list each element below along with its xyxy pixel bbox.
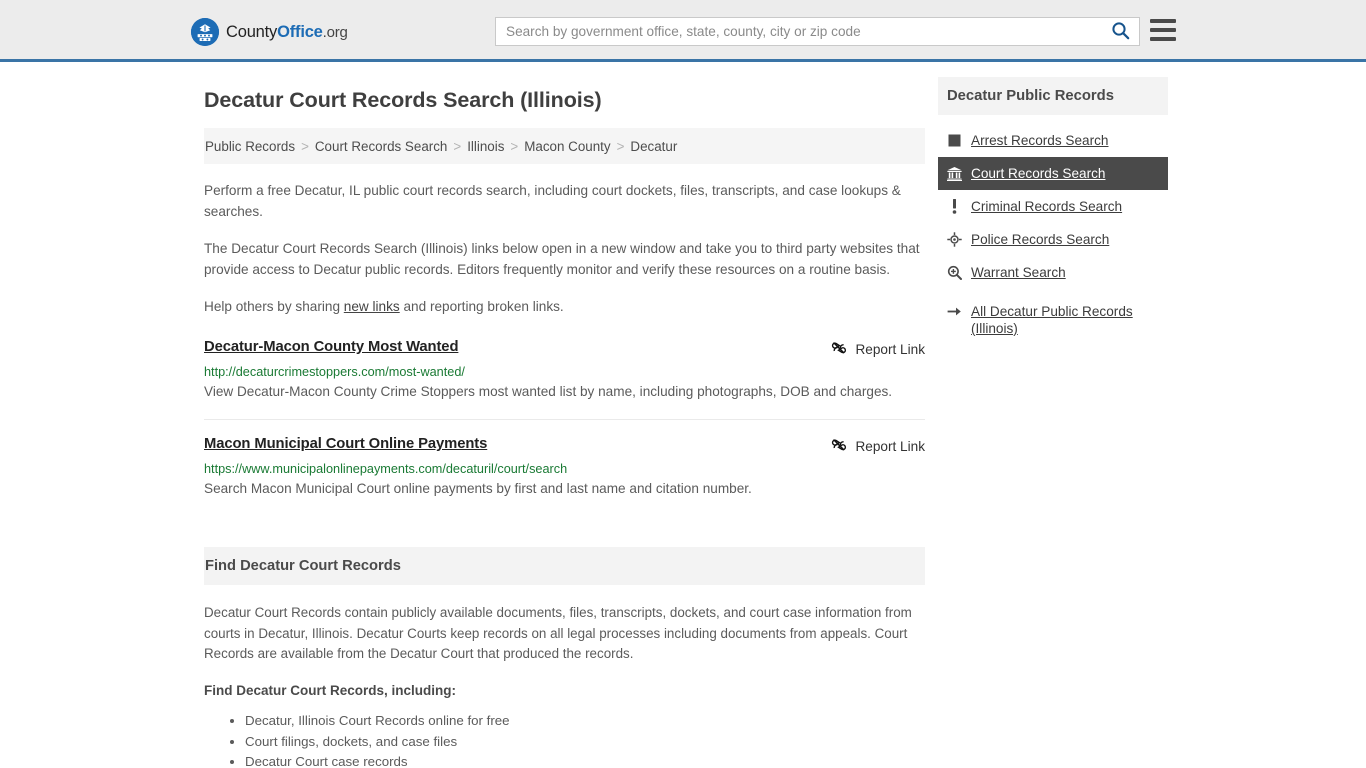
find-records-list-item: Decatur Court case records [245, 752, 925, 768]
find-records-list-item: Court filings, dockets, and case files [245, 732, 925, 753]
menu-bar-1 [1150, 19, 1176, 23]
sidebar-item-warrant-search[interactable]: Warrant Search [938, 256, 1168, 289]
intro-paragraph-2: The Decatur Court Records Search (Illino… [204, 241, 920, 277]
sidebar-item-label: Court Records Search [971, 166, 1106, 181]
report-link-button[interactable]: Report Link [831, 339, 925, 359]
site-header: CountyOffice.org [0, 0, 1366, 62]
breadcrumb-item-5[interactable]: Decatur [630, 139, 677, 154]
sidebar-item-all-decatur-public-records-illinois[interactable]: All Decatur Public Records (Illinois) [938, 295, 1168, 345]
breadcrumb-separator: > [301, 138, 309, 154]
search-button[interactable] [1101, 18, 1139, 45]
breadcrumb: Public Records > Court Records Search > Illi… [204, 128, 925, 164]
broken-link-icon [831, 437, 847, 456]
result-url[interactable]: http://decaturcrimestoppers.com/most-wan… [204, 365, 925, 379]
breadcrumb-item-4[interactable]: Macon County [524, 139, 610, 154]
result-url[interactable]: https://www.municipalonlinepayments.com/… [204, 462, 925, 476]
eagle-seal-icon [191, 18, 219, 46]
result-title-link[interactable]: Macon Municipal Court Online Payments [204, 436, 487, 452]
brand-logo-link[interactable]: CountyOffice.org [191, 18, 348, 46]
find-records-subheading: Find Decatur Court Records, including: [204, 682, 457, 698]
find-records-list: Decatur, Illinois Court Records online f… [204, 711, 925, 768]
find-records-body: Decatur Court Records contain publicly a… [204, 605, 912, 661]
sidebar-item-label: Warrant Search [971, 265, 1066, 280]
result-item: Decatur-Macon County Most Wanted Report L… [204, 339, 925, 416]
search-input[interactable] [496, 18, 1101, 45]
sidebar-item-label: Criminal Records Search [971, 199, 1123, 214]
result-description: View Decatur-Macon County Crime Stoppers… [204, 384, 893, 399]
menu-bar-3 [1150, 37, 1176, 41]
sidebar-item-arrest-records-search[interactable]: Arrest Records Search [938, 124, 1168, 157]
breadcrumb-item-3[interactable]: Illinois [467, 139, 504, 154]
crosshair-target-icon [947, 231, 962, 248]
result-header: Decatur-Macon County Most Wanted Report L… [204, 339, 925, 359]
share-text-before: Help others by sharing [204, 299, 344, 314]
breadcrumb-separator: > [453, 138, 462, 154]
breadcrumb-separator: > [616, 138, 625, 154]
main-column: Decatur Court Records Search (Illinois) … [204, 62, 925, 768]
result-header: Macon Municipal Court Online Payments Rep… [204, 436, 925, 456]
new-links-link[interactable]: new links [344, 299, 400, 314]
share-text-after: and reporting broken links. [399, 299, 564, 314]
courthouse-icon [947, 165, 962, 182]
brand-part-tld: .org [322, 23, 348, 41]
exclamation-icon [947, 198, 962, 215]
brand-part-office: Office [277, 22, 323, 41]
find-records-list-item: Decatur, Illinois Court Records online f… [245, 711, 925, 732]
result-title-link[interactable]: Decatur-Macon County Most Wanted [204, 339, 458, 355]
menu-bar-2 [1150, 28, 1176, 32]
page-title: Decatur Court Records Search (Illinois) [204, 88, 602, 112]
breadcrumb-separator: > [510, 138, 519, 154]
report-link-label: Report Link [855, 439, 925, 454]
sidebar-item-label: All Decatur Public Records (Illinois) [971, 304, 1133, 336]
sidebar-item-police-records-search[interactable]: Police Records Search [938, 223, 1168, 256]
sidebar-item-label: Arrest Records Search [971, 133, 1109, 148]
broken-link-icon [831, 340, 847, 359]
breadcrumb-item-1[interactable]: Public Records [205, 139, 295, 154]
sidebar-heading: Decatur Public Records [938, 77, 1168, 115]
find-records-section: Find Decatur Court Records Decatur Court… [204, 547, 925, 768]
report-link-label: Report Link [855, 342, 925, 357]
page-body: Decatur Court Records Search (Illinois) … [0, 62, 1366, 768]
magnifier-plus-icon [947, 264, 962, 281]
search-bar[interactable] [495, 17, 1140, 46]
sidebar: Decatur Public Records Arrest Records Se… [938, 62, 1168, 345]
sidebar-item-label: Police Records Search [971, 232, 1110, 247]
filled-square-icon [947, 132, 962, 149]
brand-part-county: County [226, 22, 278, 41]
intro-paragraph-1: Perform a free Decatur, IL public court … [204, 183, 901, 219]
sidebar-item-court-records-search[interactable]: Court Records Search [938, 157, 1168, 190]
arrow-right-icon [947, 303, 962, 320]
result-description: Search Macon Municipal Court online paym… [204, 481, 752, 496]
results-list: Decatur-Macon County Most Wanted Report L… [204, 339, 925, 513]
sidebar-list: Arrest Records Search Court Records Searc… [938, 124, 1168, 345]
report-link-button[interactable]: Report Link [831, 436, 925, 456]
find-records-heading: Find Decatur Court Records [204, 547, 925, 585]
sidebar-item-criminal-records-search[interactable]: Criminal Records Search [938, 190, 1168, 223]
breadcrumb-item-2[interactable]: Court Records Search [315, 139, 447, 154]
result-item: Macon Municipal Court Online Payments Rep… [204, 419, 925, 513]
hamburger-menu-icon[interactable] [1150, 19, 1176, 41]
search-icon [1111, 21, 1130, 43]
intro-paragraph-3: Help others by sharing new links and rep… [204, 296, 925, 317]
brand-wordmark: CountyOffice.org [226, 23, 348, 42]
